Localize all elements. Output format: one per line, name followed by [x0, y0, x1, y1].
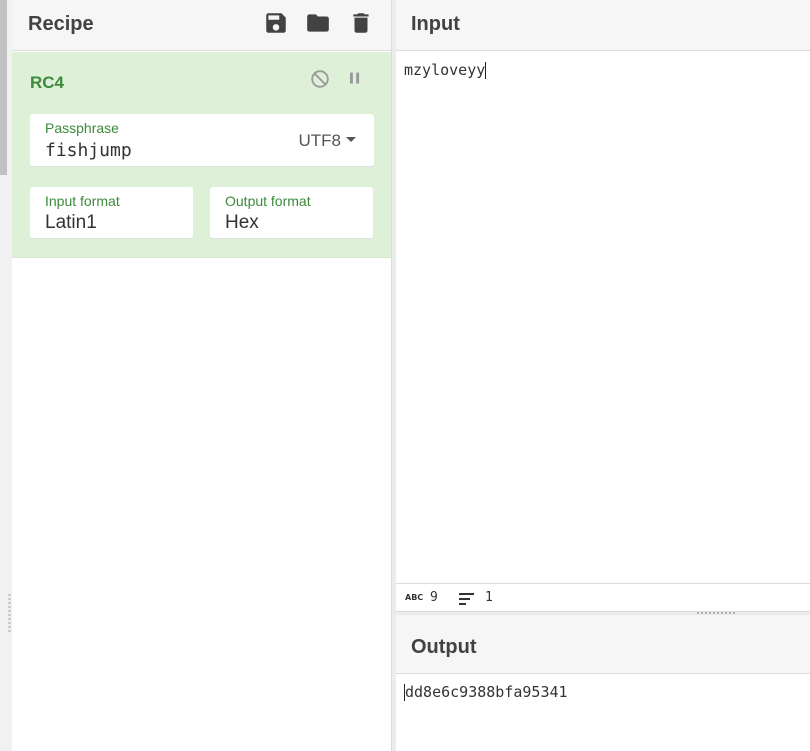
input-title: Input [411, 13, 460, 35]
input-panel: Input mzyloveyy ABC 9 1 [396, 0, 810, 611]
output-panel: Output dd8e6c9388bfa95341 [396, 615, 810, 751]
rc4-operation[interactable]: RC4 Passphrase fishjump UTF8 Input forma… [12, 52, 391, 258]
passphrase-field[interactable]: Passphrase fishjump UTF8 [30, 114, 374, 167]
save-icon[interactable] [263, 10, 289, 36]
passphrase-value[interactable]: fishjump [45, 140, 132, 161]
passphrase-encoding-dropdown[interactable]: UTF8 [298, 131, 356, 151]
cyberchef-app: Recipe RC4 Passphrase fishjump UTF8 Inpu… [0, 0, 810, 751]
input-lines: 1 [485, 590, 493, 605]
trash-icon[interactable] [348, 10, 374, 36]
folder-icon[interactable] [305, 10, 331, 36]
scrollbar-thumb[interactable] [0, 0, 7, 175]
output-title: Output [411, 636, 477, 658]
encoding-value: UTF8 [298, 131, 342, 150]
output-format-field[interactable]: Output format Hex [210, 187, 373, 239]
length-icon: ABC [405, 593, 424, 602]
left-edge-strip [0, 0, 12, 751]
output-text: dd8e6c9388bfa95341 [405, 683, 568, 701]
input-header: Input [396, 0, 810, 51]
input-status-bar: ABC 9 1 [396, 583, 810, 611]
input-format-value[interactable]: Latin1 [45, 212, 97, 234]
passphrase-label: Passphrase [45, 120, 119, 136]
recipe-title: Recipe [28, 13, 94, 35]
disable-icon[interactable] [309, 68, 331, 90]
input-length: 9 [430, 590, 438, 605]
output-format-label: Output format [225, 193, 311, 209]
output-header: Output [396, 615, 810, 674]
input-format-field[interactable]: Input format Latin1 [30, 187, 193, 239]
output-format-value[interactable]: Hex [225, 212, 259, 234]
operation-title: RC4 [30, 73, 65, 92]
pause-icon[interactable] [344, 68, 366, 90]
lines-icon [459, 592, 475, 605]
chevron-down-icon [346, 137, 356, 143]
text-cursor [485, 62, 487, 79]
recipe-header: Recipe [12, 0, 391, 51]
resize-grip[interactable] [8, 593, 11, 633]
input-textarea[interactable]: mzyloveyy [404, 61, 487, 79]
input-format-label: Input format [45, 193, 120, 209]
input-text: mzyloveyy [404, 61, 486, 79]
output-textarea[interactable]: dd8e6c9388bfa95341 [404, 683, 568, 701]
recipe-panel: Recipe RC4 Passphrase fishjump UTF8 Inpu… [12, 0, 391, 751]
